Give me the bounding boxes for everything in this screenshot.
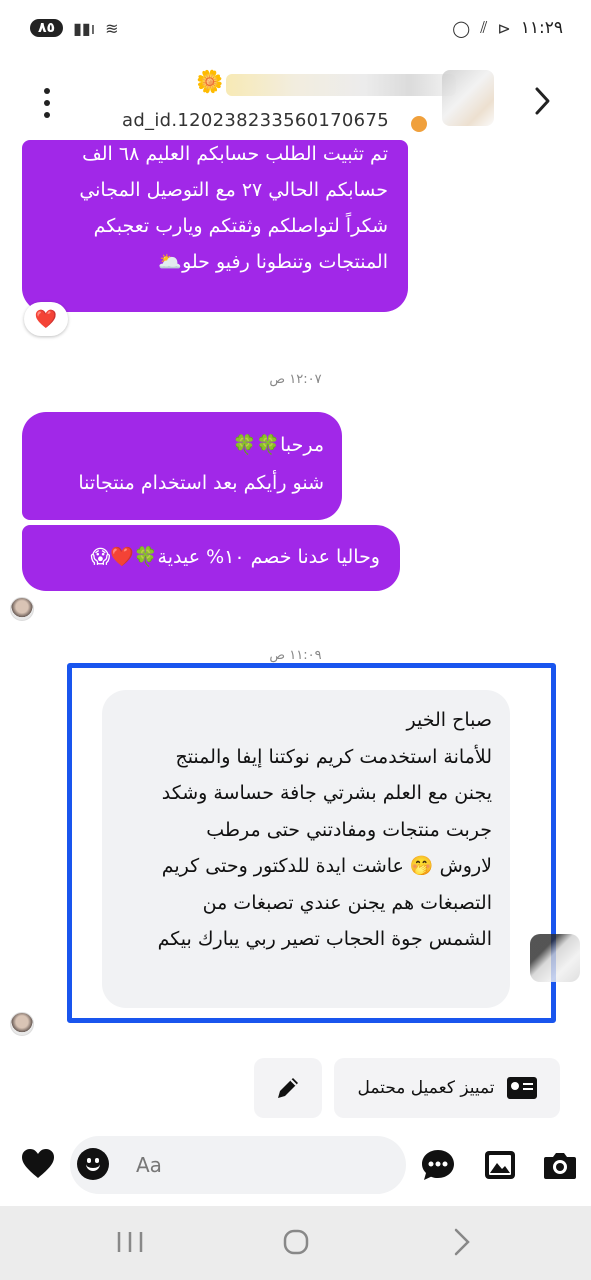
message-timestamp: ١١:٠٩ ص [269,648,322,663]
highlight-annotation-box [67,663,556,1023]
sent-message-bubble[interactable]: وحاليا عدنا خصم ١٠% عيدية🍀❤️😱 [22,525,400,591]
message-line: شكراً لتواصلكم وثقتكم ويارب تعجبكم [93,215,388,237]
system-navigation-bar [0,1206,591,1280]
ad-id-label: ad_id.120238233560170675 [122,110,389,131]
message-line: تم تثبيت الطلب حسابكم العليم ٦٨ الف [82,143,388,165]
ad-status-dot [411,116,427,132]
clock: ١١:٢٩ [520,18,563,38]
back-nav-icon[interactable] [442,1224,482,1260]
blurred-avatar[interactable] [442,70,494,126]
status-bar: ٨٥ ▮▮ı ≋ ◯ ⫽ ⊳ ١١:٢٩ [0,0,591,56]
sent-message-bubble[interactable]: تم تثبيت الطلب حسابكم العليم ٦٨ الف حساب… [22,140,408,312]
heart-reaction-badge[interactable]: ❤️ [24,302,68,336]
message-line: وحاليا عدنا خصم ١٠% عيدية🍀❤️😱 [90,546,380,568]
heart-icon[interactable] [20,1146,56,1182]
more-options-icon[interactable] [36,88,58,118]
message-input[interactable]: Aa [70,1136,406,1194]
wifi-icon: ≋ [105,18,119,38]
battery-indicator: ٨٥ [30,19,64,37]
chat-bubble-icon[interactable] [420,1148,456,1182]
sender-avatar[interactable] [530,934,580,982]
notification-icon: ⫽ [480,18,488,37]
home-icon[interactable] [276,1224,316,1260]
mark-potential-customer-button[interactable]: تمييز كعميل محتمل [334,1058,560,1118]
camera-icon[interactable] [542,1148,578,1182]
status-left: ٨٥ ▮▮ı ≋ [30,19,119,38]
chat-header: 🌼 ad_id.120238233560170675 [0,60,591,144]
message-timestamp: ١٢:٠٧ ص [269,372,322,387]
photo-gallery-icon[interactable] [482,1148,518,1182]
message-line: شنو رأيكم بعد استخدام منتجاتنا [78,472,324,494]
message-line: المنتجات وتنطونا رفيو حلو🌥️ [158,251,388,273]
message-line: حسابكم الحالي ٢٧ مع التوصيل المجاني [79,179,388,201]
mark-customer-label: تمييز كعميل محتمل [357,1078,495,1098]
signal-icon: ▮▮ı [73,18,96,38]
sent-message-bubble[interactable]: مرحبا🍀🍀 شنو رأيكم بعد استخدام منتجاتنا [22,412,342,520]
edit-button[interactable] [254,1058,322,1118]
read-receipt-avatar [10,1012,34,1036]
whatsapp-icon: ◯ [452,18,471,38]
message-line: مرحبا🍀🍀 [232,434,324,456]
id-card-icon [506,1077,537,1099]
play-icon: ⊳ [497,18,511,38]
status-right: ◯ ⫽ ⊳ ١١:٢٩ [452,18,563,38]
blurred-name [226,74,456,96]
recent-apps-icon[interactable] [110,1224,150,1260]
pencil-icon [278,1078,298,1098]
flower-emoji: 🌼 [196,70,224,95]
read-receipt-avatar [10,597,34,621]
back-chevron-icon[interactable] [533,86,551,116]
